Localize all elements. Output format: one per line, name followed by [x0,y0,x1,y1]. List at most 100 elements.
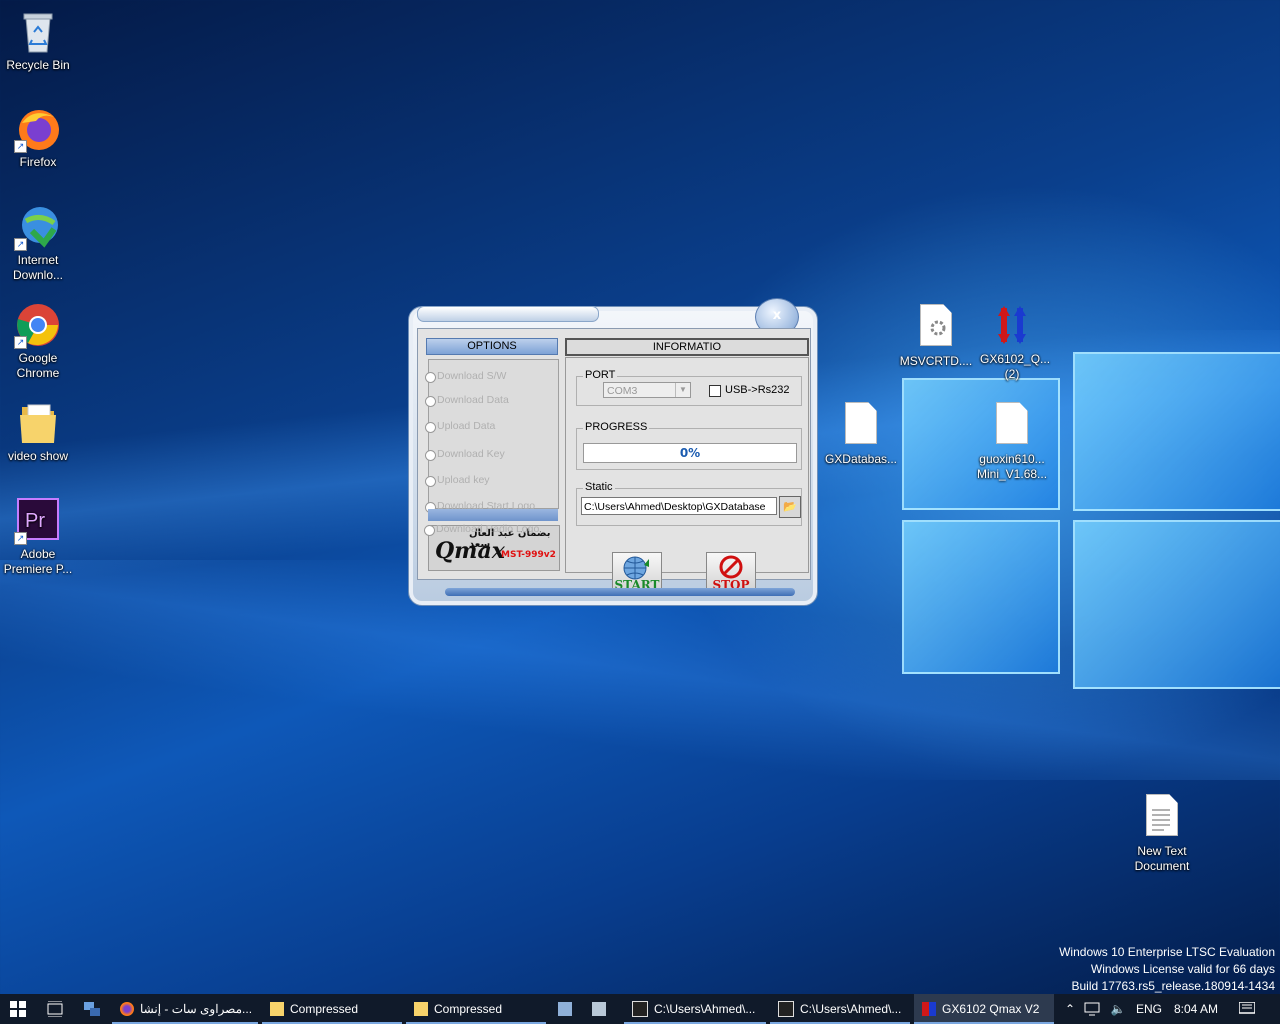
browse-button[interactable]: 📂 [779,496,801,518]
desktop-icon-label: Adobe Premiere P... [3,547,73,576]
port-select[interactable]: COM3 ▼ [603,382,691,398]
progress-bar: 0% [583,443,797,463]
desktop-icon-gx6102[interactable]: GX6102_Q... (2) [974,302,1050,382]
volume-icon[interactable]: 🔈 [1108,994,1128,1024]
options-title: OPTIONS [426,338,558,355]
desktop-icon-label: Internet Downlo... [12,253,64,282]
desktop-icon-label: GX6102_Q... (2) [980,352,1051,381]
text-file-icon [1138,794,1186,842]
desktop-icon-label: GXDatabas... [824,452,898,466]
watermark-edition: Windows 10 Enterprise LTSC Evaluation [1059,945,1275,959]
progress-group: PROGRESS 0% [576,421,802,470]
path-field[interactable]: C:\Users\Ahmed\Desktop\GXDatabase [581,497,777,515]
svg-text:Pr: Pr [25,510,45,532]
windows-icon [10,1001,26,1017]
gx-app-icon [988,302,1036,350]
desktop-icon-label: video show [7,449,69,463]
desktop-icon-new-text-document[interactable]: New Text Document [1124,790,1200,874]
internet-download-manager-icon: ↗ [14,203,62,251]
desktop-icon-chrome[interactable]: ↗ Google Chrome [0,301,76,381]
desktop-icon-firefox[interactable]: ↗ Firefox [0,105,76,170]
logo-brand: Qmax [435,538,505,564]
option-download-sw[interactable]: Download S/W [425,370,506,383]
desktop-icon-adobe-premiere[interactable]: Pr ↗ Adobe Premiere P... [0,497,76,577]
network-icon[interactable] [1084,994,1104,1024]
tray-chevron-up-icon[interactable]: ⌃ [1062,994,1078,1024]
static-label: Static [583,481,615,493]
option-upload-data[interactable]: Upload Data [425,420,495,433]
cmd-icon [778,1000,794,1017]
taskbar-item-cmd-2[interactable]: C:\Users\Ahmed\... [770,994,910,1024]
watermark-build: Build 17763.rs5_release.180914-1434 [1071,979,1276,993]
usb-rs232-label: USB->Rs232 [725,384,790,396]
desktop-icon-guoxin[interactable]: guoxin610... Mini_V1.68... [974,398,1050,482]
notification-icon [1238,1001,1256,1014]
radio-button[interactable] [425,476,436,487]
taskbar-item-compressed-2[interactable]: Compressed [406,994,546,1024]
options-panel: Download S/W Download Data Upload Data D… [425,359,559,513]
desktop-icon-msvcrtd[interactable]: MSVCRTD.... [898,302,974,369]
notepad-icon [592,1001,606,1016]
desktop-icon-internet-download-manager[interactable]: ↗ Internet Downlo... [0,203,76,283]
option-download-key[interactable]: Download Key [425,448,505,461]
radio-button[interactable] [425,450,436,461]
notifications-button[interactable] [1232,994,1262,1024]
taskbar-item-gx6102[interactable]: GX6102 Qmax V2 [914,994,1054,1024]
folder-icon [270,1001,284,1016]
taskbar-item-firefox[interactable]: مصراوى سات - إنشا... [112,994,258,1024]
folder-open-icon: 📂 [783,500,797,513]
information-title: INFORMATIO [565,338,809,356]
options-bar [428,509,558,521]
title-bar[interactable] [417,306,599,322]
qmax-body: OPTIONS INFORMATIO Download S/W Download… [417,328,811,580]
radio-button[interactable] [424,525,435,536]
radio-button[interactable] [425,396,436,407]
desktop-icon-label: New Text Document [1134,844,1190,873]
desktop-icon-recycle-bin[interactable]: Recycle Bin [0,8,76,73]
windows-logo-pane [902,520,1060,674]
usb-rs232-checkbox[interactable] [709,385,721,397]
taskbar-item-cmd-1[interactable]: C:\Users\Ahmed\... [624,994,766,1024]
pinned-app-button[interactable] [76,994,108,1024]
firefox-icon [120,1001,134,1016]
static-group: Static C:\Users\Ahmed\Desktop\GXDatabase… [576,481,802,526]
option-download-data[interactable]: Download Data [425,394,509,407]
cmd-icon [632,1000,648,1017]
firefox-icon: ↗ [14,105,62,153]
gx-app-icon [922,1001,936,1016]
pinned-app-button[interactable] [584,994,620,1024]
premiere-icon: Pr ↗ [14,497,62,545]
bottom-bar [445,588,795,596]
language-indicator[interactable]: ENG [1134,994,1164,1024]
taskbar-item-compressed-1[interactable]: Compressed [262,994,402,1024]
settings-file-icon [912,304,960,352]
logo-model: MST-999v2 [501,550,556,560]
information-panel: PORT COM3 ▼ USB->Rs232 PROGRESS 0% Stati… [565,357,809,573]
windows-logo-pane [1073,352,1280,511]
watermark-license: Windows License valid for 66 days [1090,962,1275,976]
pinned-app-button[interactable] [550,994,580,1024]
folder-icon [14,399,62,447]
desktop-icon-gxdatabase[interactable]: GXDatabas... [823,398,899,467]
clock[interactable]: 8:04 AM [1168,994,1224,1024]
port-group: PORT COM3 ▼ USB->Rs232 [576,369,802,406]
qmax-window: x OPTIONS INFORMATIO Download S/W Downlo… [405,292,820,608]
desktop-icon-video-show[interactable]: video show [0,399,76,464]
option-upload-key[interactable]: Upload key [425,474,490,487]
tool-app-icon [558,1001,572,1016]
windows-watermark: Windows 10 Enterprise LTSC Evaluation Wi… [1059,944,1275,995]
start-button-windows[interactable] [0,994,36,1024]
recycle-bin-icon [14,8,62,56]
radio-button[interactable] [425,422,436,433]
windows-logo-pane [1073,520,1280,689]
chrome-icon: ↗ [14,301,62,349]
chevron-down-icon: ▼ [675,383,690,397]
radio-button[interactable] [425,372,436,383]
desktop-icon-label: MSVCRTD.... [899,354,973,368]
stop-icon [719,555,743,579]
option-download-radio-logo[interactable]: Download Radio Logo [424,523,539,536]
network-app-icon [84,1002,100,1016]
folder-icon [414,1001,428,1016]
task-view-button[interactable] [40,994,70,1024]
file-icon [988,402,1036,450]
